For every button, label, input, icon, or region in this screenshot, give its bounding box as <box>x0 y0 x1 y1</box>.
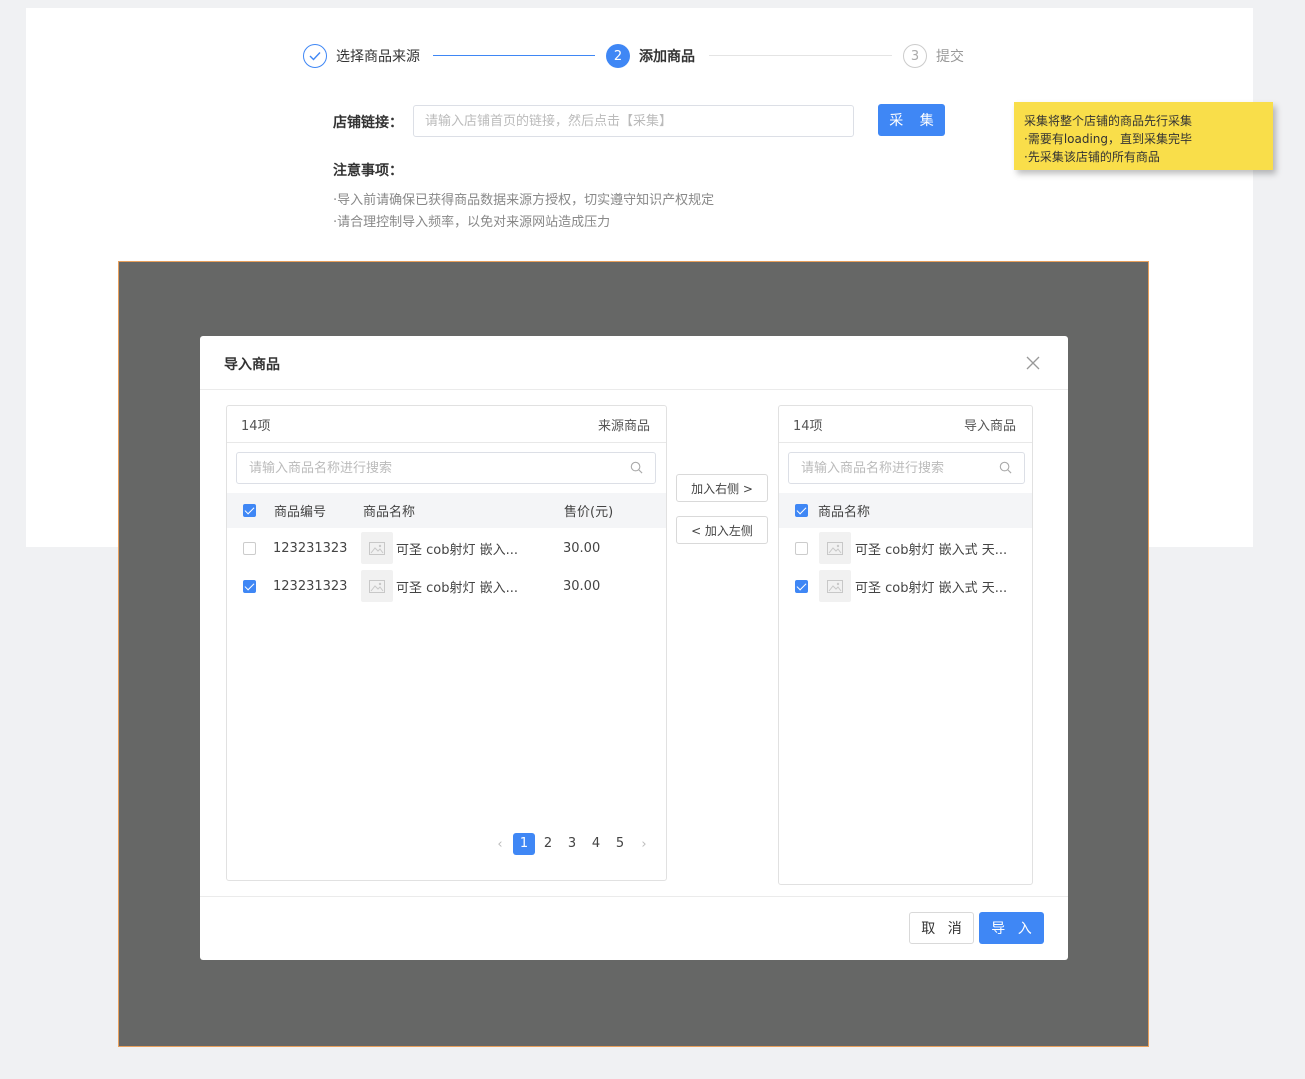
product-code: 123231323 <box>273 540 348 556</box>
add-to-left-button[interactable]: < 加入左侧 <box>676 516 768 544</box>
sticky-note-line: 采集将整个店铺的商品先行采集 <box>1024 114 1193 128</box>
check-icon <box>303 44 327 68</box>
row-checkbox[interactable] <box>795 579 808 593</box>
step-submit: 3 提交 <box>903 44 964 68</box>
import-button[interactable]: 导 入 <box>979 912 1044 944</box>
search-icon[interactable] <box>630 461 643 474</box>
page-button[interactable]: 1 <box>513 833 535 855</box>
table-header: 商品编号 商品名称 售价(元) <box>227 493 666 528</box>
notice-title: 注意事项： <box>333 163 403 179</box>
sticky-note-line: ·需要有loading，直到采集完毕 <box>1024 132 1193 146</box>
import-search-input[interactable] <box>789 453 1024 483</box>
close-icon[interactable] <box>1024 354 1042 372</box>
sticky-note-line: ·先采集该店铺的所有商品 <box>1024 150 1160 164</box>
image-placeholder-icon <box>819 570 851 602</box>
product-price: 30.00 <box>563 578 601 594</box>
row-checkbox[interactable] <box>243 579 256 593</box>
divider <box>200 896 1068 897</box>
sticky-note: 采集将整个店铺的商品先行采集 ·需要有loading，直到采集完毕 ·先采集该店… <box>1014 102 1273 170</box>
page-button[interactable]: 5 <box>608 833 632 855</box>
table-header: 商品名称 <box>779 493 1032 528</box>
product-code: 123231323 <box>273 578 348 594</box>
column-header: 商品编号 <box>274 505 327 520</box>
item-count: 14项 <box>241 418 271 434</box>
select-all-checkbox[interactable] <box>795 504 808 517</box>
source-search-input[interactable] <box>237 453 655 483</box>
panel-header: 14项 导入商品 <box>779 406 1032 443</box>
column-header: 售价(元) <box>564 505 614 520</box>
source-search <box>236 452 656 484</box>
step-connector <box>433 55 595 56</box>
page-button[interactable]: 2 <box>536 833 560 855</box>
store-link-input[interactable] <box>413 105 854 137</box>
search-icon[interactable] <box>999 461 1012 474</box>
divider <box>200 389 1068 390</box>
select-all-checkbox[interactable] <box>243 504 256 517</box>
chevron-right-icon[interactable]: › <box>632 837 656 852</box>
panel-title: 来源商品 <box>597 418 650 434</box>
step-label: 提交 <box>936 49 964 65</box>
step-add-products: 2 添加商品 <box>606 44 695 68</box>
row-checkbox[interactable] <box>795 541 808 555</box>
import-search <box>788 452 1025 484</box>
cancel-button[interactable]: 取 消 <box>909 912 974 944</box>
chevron-left-icon[interactable]: ‹ <box>488 837 512 852</box>
modal-title: 导入商品 <box>224 357 280 373</box>
step-label: 选择商品来源 <box>336 49 420 65</box>
collect-button[interactable]: 采 集 <box>878 104 945 136</box>
column-header: 商品名称 <box>363 505 416 520</box>
page-button[interactable]: 4 <box>584 833 608 855</box>
panel-header: 14项 来源商品 <box>227 406 666 443</box>
row-checkbox[interactable] <box>243 541 256 555</box>
import-products-modal: 导入商品 14项 来源商品 商品编号 商品名称 售价(元) 123231323 … <box>200 336 1068 960</box>
image-placeholder-icon <box>819 532 851 564</box>
image-placeholder-icon <box>361 570 393 602</box>
notice-line: ·请合理控制导入频率，以免对来源网站造成压力 <box>333 215 611 230</box>
product-price: 30.00 <box>563 540 601 556</box>
step-connector <box>709 55 892 56</box>
product-name: 可圣 cob射灯 嵌入... <box>396 542 519 558</box>
product-name: 可圣 cob射灯 嵌入式 天... <box>855 580 1008 596</box>
panel-title: 导入商品 <box>963 418 1016 434</box>
product-name: 可圣 cob射灯 嵌入... <box>396 580 519 596</box>
item-count: 14项 <box>793 418 823 434</box>
page-button[interactable]: 3 <box>560 833 584 855</box>
notice-line: ·导入前请确保已获得商品数据来源方授权，切实遵守知识产权规定 <box>333 193 715 208</box>
step-label: 添加商品 <box>639 49 695 65</box>
pagination: ‹ 1 2 3 4 5 › <box>488 833 656 855</box>
add-to-right-button[interactable]: 加入右侧 > <box>676 474 768 502</box>
step-number: 3 <box>903 44 927 68</box>
source-products-panel: 14项 来源商品 商品编号 商品名称 售价(元) 123231323 可圣 co… <box>226 405 667 881</box>
step-select-source: 选择商品来源 <box>303 44 420 68</box>
image-placeholder-icon <box>361 532 393 564</box>
store-link-label: 店铺链接： <box>333 115 403 131</box>
column-header: 商品名称 <box>818 505 871 520</box>
import-products-panel: 14项 导入商品 商品名称 可圣 cob射灯 嵌入式 天... 可圣 cob射灯… <box>778 405 1033 885</box>
step-number: 2 <box>606 44 630 68</box>
product-name: 可圣 cob射灯 嵌入式 天... <box>855 542 1008 558</box>
